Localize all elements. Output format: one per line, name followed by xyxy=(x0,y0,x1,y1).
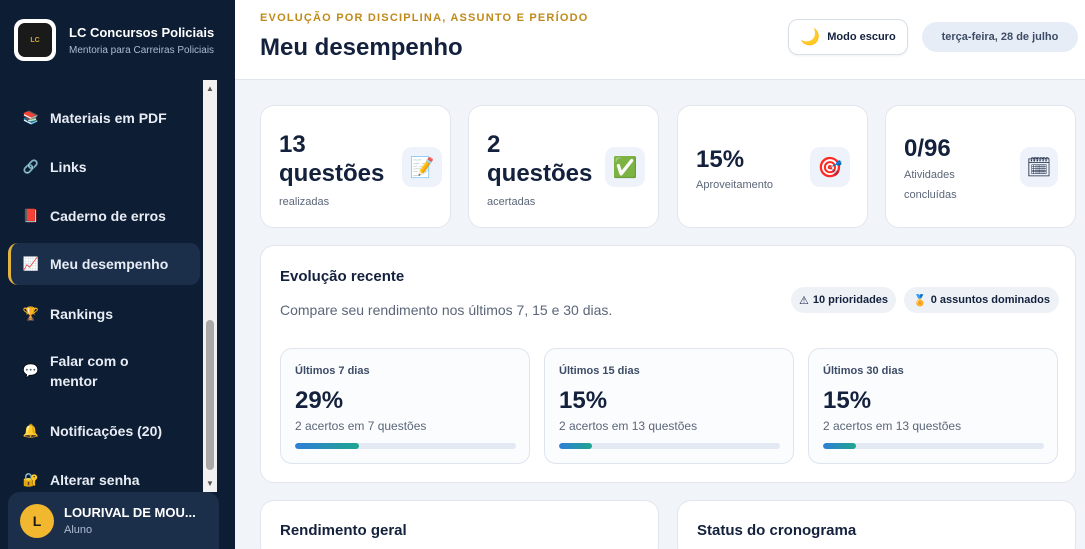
books-icon: 📚 xyxy=(22,110,40,125)
page-header: EVOLUÇÃO POR DISCIPLINA, ASSUNTO E PERÍO… xyxy=(235,0,1085,80)
stat-label: Atividades concluídas xyxy=(904,169,957,201)
period-card-7-dias: Últimos 7 dias 29% 2 acertos em 7 questõ… xyxy=(280,348,530,464)
bell-icon: 🔔 xyxy=(22,423,40,438)
period-detail: 2 acertos em 13 questões xyxy=(559,419,698,433)
period-card-15-dias: Últimos 15 dias 15% 2 acertos em 13 ques… xyxy=(544,348,794,464)
rendimento-geral-card: Rendimento geral xyxy=(260,500,659,549)
mastered-subjects-chip[interactable]: 🏅 0 assuntos dominados xyxy=(904,287,1059,313)
period-percentage: 15% xyxy=(823,387,872,414)
sidebar-item-label: Caderno de erros xyxy=(50,208,166,224)
brand-subtitle: Mentoria para Carreiras Policiais xyxy=(69,44,215,56)
rendimento-geral-title: Rendimento geral xyxy=(280,522,407,539)
medal-icon: 🏅 xyxy=(913,294,927,307)
sidebar-item-rankings[interactable]: 🏆 Rankings xyxy=(8,293,200,335)
calendar-icon: 🗓 xyxy=(1020,147,1058,187)
progress-bar-fill xyxy=(823,443,857,449)
brand-logo-mark: LC xyxy=(18,23,52,57)
sidebar-item-label: Meu desempenho xyxy=(50,256,169,272)
brand-title: LC Concursos Policiais xyxy=(69,24,215,40)
period-label: Últimos 15 dias xyxy=(559,365,640,377)
chart-icon: 📈 xyxy=(22,256,40,271)
evolution-subtitle: Compare seu rendimento nos últimos 7, 15… xyxy=(280,302,613,318)
sidebar-item-notificacoes[interactable]: 🔔 Notificações (20) xyxy=(8,410,200,452)
stat-value: 2 questões xyxy=(487,131,593,187)
chat-icon: 💬 xyxy=(22,363,40,378)
sidebar: LC LC Concursos Policiais Mentoria para … xyxy=(0,0,235,549)
user-card[interactable]: L LOURIVAL DE MOU... Aluno xyxy=(8,492,219,549)
link-icon: 🔗 xyxy=(22,159,40,174)
priorities-chip[interactable]: ⚠ 10 prioridades xyxy=(791,287,896,313)
page-title: Meu desempenho xyxy=(260,34,463,61)
period-label: Últimos 7 dias xyxy=(295,365,370,377)
scroll-up-arrow-icon[interactable]: ▲ xyxy=(203,81,217,95)
progress-bar xyxy=(559,443,780,449)
brand: LC LC Concursos Policiais Mentoria para … xyxy=(0,0,235,80)
period-label: Últimos 30 dias xyxy=(823,365,904,377)
progress-bar-fill xyxy=(295,443,360,449)
user-name: LOURIVAL DE MOU... xyxy=(64,505,196,520)
dark-mode-label: Modo escuro xyxy=(827,31,896,43)
stat-label: Aproveitamento xyxy=(696,179,774,191)
sidebar-item-materiais[interactable]: 📚 Materiais em PDF xyxy=(8,97,200,139)
stat-card-questoes-acertadas: 2 questões acertadas ✅ xyxy=(468,105,659,228)
sidebar-item-label: Falar com o mentor xyxy=(50,353,129,389)
sidebar-item-links[interactable]: 🔗 Links xyxy=(8,146,200,188)
status-cronograma-card: Status do cronograma xyxy=(677,500,1076,549)
sidebar-item-caderno-de-erros[interactable]: 📕 Caderno de erros xyxy=(8,195,200,237)
period-percentage: 15% xyxy=(559,387,608,414)
page-eyebrow: EVOLUÇÃO POR DISCIPLINA, ASSUNTO E PERÍO… xyxy=(260,12,589,24)
stat-label: acertadas xyxy=(487,196,536,208)
period-percentage: 29% xyxy=(295,387,344,414)
sidebar-item-falar-com-o-mentor[interactable]: 💬 Falar com o mentor xyxy=(8,341,200,401)
period-card-30-dias: Últimos 30 dias 15% 2 acertos em 13 ques… xyxy=(808,348,1058,464)
trophy-icon: 🏆 xyxy=(22,306,40,321)
brand-logo: LC xyxy=(14,19,56,61)
dark-mode-button[interactable]: 🌙 Modo escuro xyxy=(788,19,908,55)
period-detail: 2 acertos em 7 questões xyxy=(295,419,427,433)
chip-label: 10 prioridades xyxy=(812,294,889,306)
avatar: L xyxy=(20,503,54,538)
sidebar-item-label: Alterar senha xyxy=(50,472,140,488)
stat-value: 13 questões xyxy=(279,131,385,187)
sidebar-item-label: Notificações (20) xyxy=(50,423,163,439)
user-role: Aluno xyxy=(64,524,93,536)
evolution-card: Evolução recente Compare seu rendimento … xyxy=(260,245,1076,483)
lock-icon: 🔐 xyxy=(22,472,40,487)
memo-icon: 📝 xyxy=(402,147,442,187)
check-icon: ✅ xyxy=(605,147,645,187)
evolution-title: Evolução recente xyxy=(280,268,405,285)
scrollbar-thumb[interactable] xyxy=(206,320,214,470)
period-detail: 2 acertos em 13 questões xyxy=(823,419,962,433)
stat-card-aproveitamento: 15% Aproveitamento 🎯 xyxy=(677,105,868,228)
sidebar-item-label: Materiais em PDF xyxy=(50,110,167,126)
progress-bar-fill xyxy=(559,443,593,449)
stat-card-questoes-realizadas: 13 questões realizadas 📝 xyxy=(260,105,451,228)
target-icon: 🎯 xyxy=(810,147,850,187)
sidebar-item-meu-desempenho[interactable]: 📈 Meu desempenho xyxy=(8,243,200,285)
sidebar-item-label: Rankings xyxy=(50,306,114,322)
status-cronograma-title: Status do cronograma xyxy=(697,522,857,539)
chip-label: 0 assuntos dominados xyxy=(930,294,1050,306)
stat-card-atividades-concluidas: 0/96 Atividades concluídas 🗓 xyxy=(885,105,1076,228)
sidebar-scrollbar[interactable]: ▲ ▼ xyxy=(203,80,217,492)
stat-label: realizadas xyxy=(279,196,330,208)
sidebar-item-label: Links xyxy=(50,159,87,175)
date-badge: terça-feira, 28 de julho xyxy=(922,22,1078,52)
stat-value: 0/96 xyxy=(904,135,951,162)
stat-value: 15% xyxy=(696,146,745,173)
scroll-down-arrow-icon[interactable]: ▼ xyxy=(203,476,217,490)
red-book-icon: 📕 xyxy=(22,208,40,223)
warning-icon: ⚠ xyxy=(798,294,809,307)
moon-icon: 🌙 xyxy=(800,29,821,46)
progress-bar xyxy=(295,443,516,449)
progress-bar xyxy=(823,443,1044,449)
